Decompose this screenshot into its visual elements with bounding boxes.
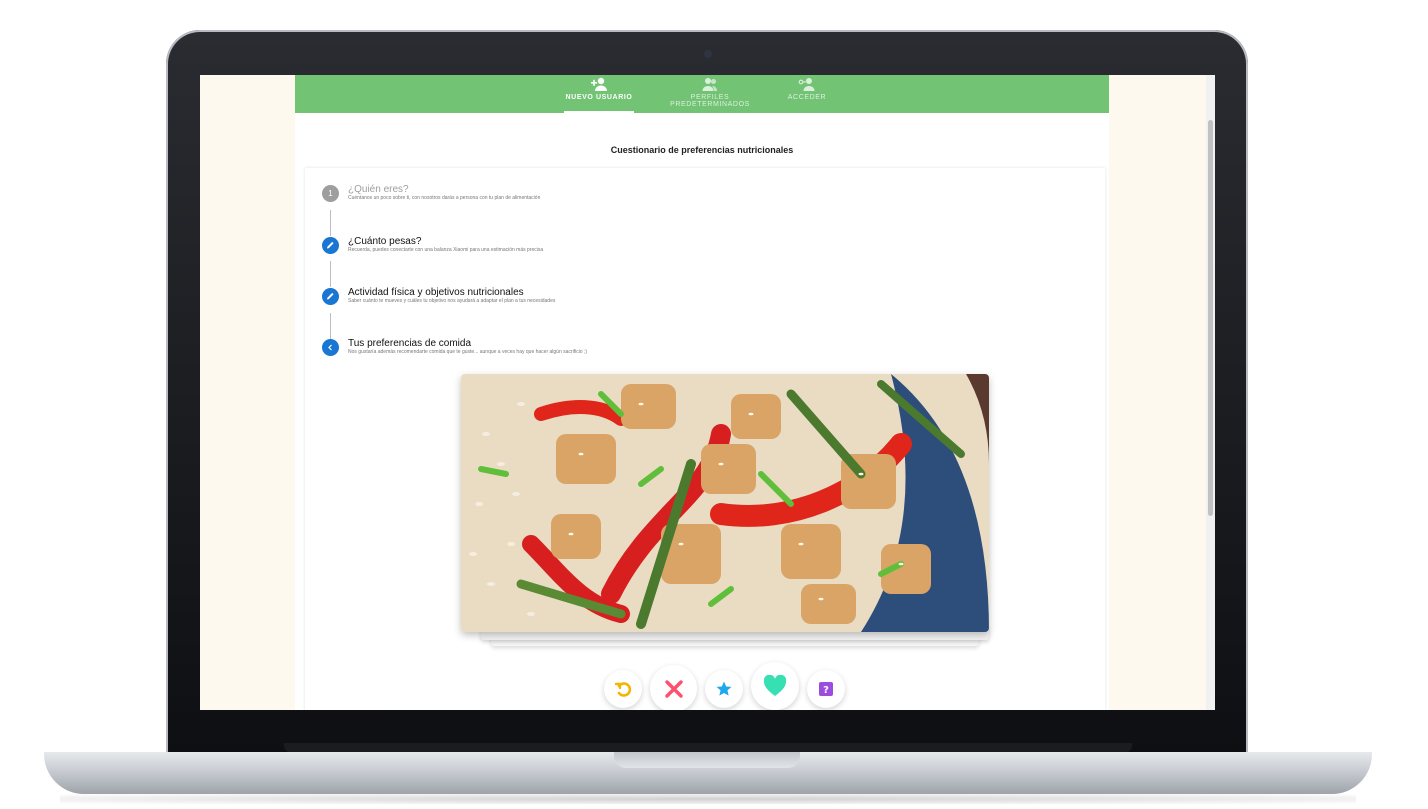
laptop-screen: NUEVO USUARIO PERFILES PREDETERMINADOS A… xyxy=(200,75,1215,710)
scrollbar-thumb[interactable] xyxy=(1208,120,1213,516)
step-edit-badge xyxy=(322,288,339,305)
step-subtitle: Nos gustaría además recomendarte comida … xyxy=(348,349,588,355)
pencil-icon xyxy=(327,292,334,300)
heart-icon xyxy=(763,675,787,696)
webcam xyxy=(704,50,712,58)
like-button[interactable] xyxy=(751,662,799,710)
step-current-badge xyxy=(322,339,339,356)
tab-nuevo-usuario[interactable]: NUEVO USUARIO xyxy=(564,75,634,113)
pencil-icon xyxy=(327,241,334,249)
laptop-shadow xyxy=(60,794,1356,804)
step-title: ¿Cuánto pesas? xyxy=(348,236,422,247)
svg-text:?: ? xyxy=(823,685,829,696)
app-page: NUEVO USUARIO PERFILES PREDETERMINADOS A… xyxy=(295,75,1109,710)
step-title: Tus preferencias de comida xyxy=(348,338,472,349)
food-card-image[interactable] xyxy=(461,374,989,632)
unknown-food-button[interactable]: ? xyxy=(807,670,845,708)
stir-fry-photo xyxy=(461,374,989,632)
add-user-icon xyxy=(591,77,607,91)
step-connector xyxy=(330,210,331,236)
top-navigation-bar: NUEVO USUARIO PERFILES PREDETERMINADOS A… xyxy=(295,75,1109,113)
step-connector xyxy=(330,313,331,339)
step-subtitle: Saber cuánto te mueves y cuáles tu objet… xyxy=(348,298,556,304)
undo-button[interactable] xyxy=(604,670,642,708)
tab-label: ACCEDER xyxy=(787,94,827,101)
step-connector xyxy=(330,261,331,287)
undo-icon xyxy=(614,682,632,697)
dislike-button[interactable] xyxy=(650,665,697,710)
question-icon: ? xyxy=(819,682,833,696)
page-title: Cuestionario de preferencias nutricional… xyxy=(610,145,794,155)
tab-label: PERFILES PREDETERMINADOS xyxy=(670,94,750,108)
users-icon xyxy=(702,78,717,91)
step-edit-badge xyxy=(322,237,339,254)
tab-label: NUEVO USUARIO xyxy=(565,94,633,101)
step-subtitle: Recuerda, puedes conectarte con una bala… xyxy=(348,247,544,253)
scrollbar[interactable] xyxy=(1206,75,1215,710)
star-icon xyxy=(716,681,732,696)
chevron-left-icon xyxy=(328,344,332,351)
key-user-icon xyxy=(798,78,815,91)
tab-acceder[interactable]: ACCEDER xyxy=(781,75,833,113)
step-subtitle: Cuéntanos un poco sobre ti, con nosotros… xyxy=(348,195,541,201)
laptop-notch xyxy=(614,752,800,768)
stepper-card: 1 ¿Quién eres? Cuéntanos un poco sobre t… xyxy=(305,168,1105,710)
superlike-button[interactable] xyxy=(705,670,743,708)
step-title: Actividad física y objetivos nutricional… xyxy=(348,287,524,298)
close-icon xyxy=(664,679,683,698)
step-number: 1 xyxy=(322,185,339,202)
step-title: ¿Quién eres? xyxy=(348,184,409,195)
tab-perfiles-predeterminados[interactable]: PERFILES PREDETERMINADOS xyxy=(651,75,769,113)
